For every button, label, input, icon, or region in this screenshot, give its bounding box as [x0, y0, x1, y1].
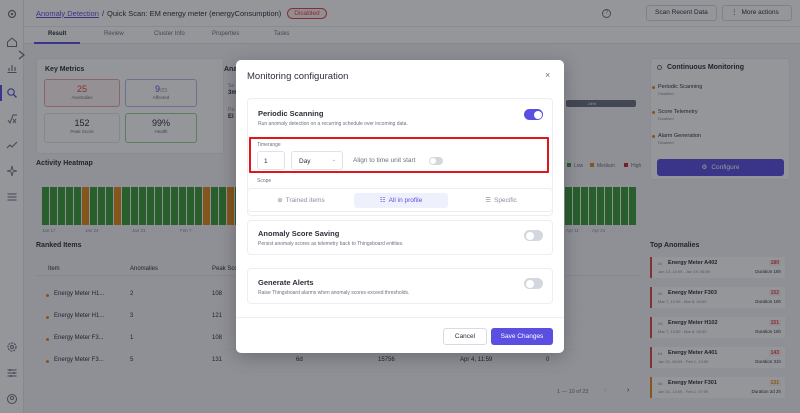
- score-saving-toggle[interactable]: [524, 230, 543, 241]
- modal-title: Monitoring configuration: [247, 71, 349, 82]
- periodic-scanning-toggle[interactable]: [524, 109, 543, 120]
- target-icon: ⊕: [277, 197, 283, 204]
- timerange-highlight-box: [249, 137, 549, 173]
- cancel-button[interactable]: Cancel: [443, 328, 487, 345]
- score-saving-desc: Persist anomaly scores as telemetry back…: [258, 241, 404, 247]
- scope-option-label: All in profile: [388, 197, 423, 204]
- scope-option-label: Trained items: [285, 197, 325, 204]
- close-icon[interactable]: ×: [545, 70, 550, 80]
- scope-option-trained[interactable]: ⊕ Trained items: [254, 193, 348, 208]
- periodic-scanning-desc: Run anomaly detection on a recurring sch…: [258, 121, 408, 127]
- generate-alerts-card: Generate Alerts Raise Thingsboard alarms…: [247, 268, 553, 304]
- save-changes-button[interactable]: Save Changes: [491, 328, 553, 345]
- monitoring-config-modal: Monitoring configuration × Periodic Scan…: [236, 60, 564, 353]
- lines-icon: ☰: [485, 197, 492, 204]
- scope-option-specific[interactable]: ☰ Specific: [454, 193, 548, 208]
- score-saving-card: Anomaly Score Saving Persist anomaly sco…: [247, 220, 553, 255]
- scope-label: Scope: [257, 178, 272, 184]
- score-saving-title: Anomaly Score Saving: [258, 229, 340, 238]
- scope-option-label: Specific: [494, 197, 517, 204]
- scope-segmented-control: ⊕ Trained items ☷ All in profile ☰ Specific: [247, 188, 553, 212]
- generate-alerts-desc: Raise Thingsboard alarms when anomaly sc…: [258, 290, 410, 296]
- scope-option-all[interactable]: ☷ All in profile: [354, 193, 448, 208]
- list-icon: ☷: [379, 197, 386, 204]
- generate-alerts-toggle[interactable]: [524, 278, 543, 289]
- periodic-scanning-title: Periodic Scanning: [258, 109, 324, 118]
- generate-alerts-title: Generate Alerts: [258, 278, 314, 287]
- modal-footer-divider: [236, 317, 564, 318]
